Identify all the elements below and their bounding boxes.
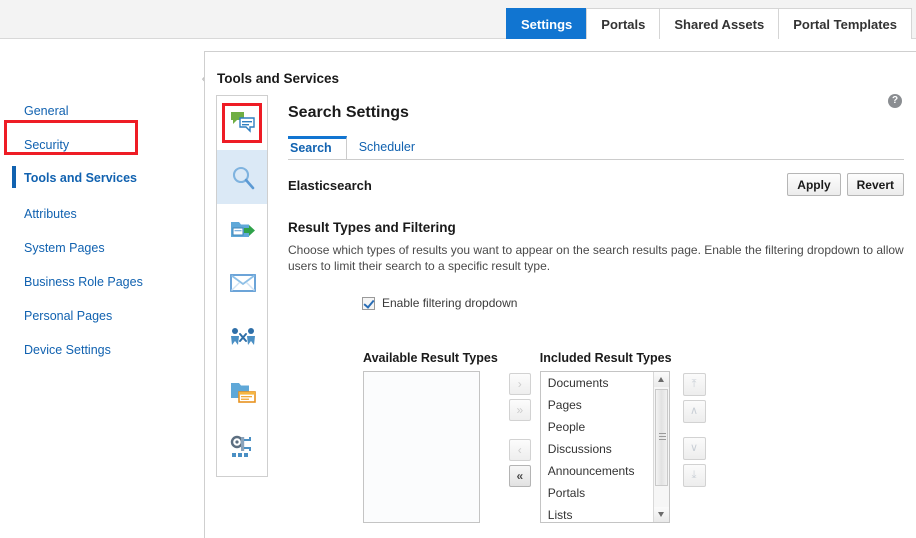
list-item[interactable]: Pages — [541, 394, 669, 416]
list-item[interactable]: Discussions — [541, 438, 669, 460]
rail-item-notes-folder[interactable] — [217, 366, 267, 420]
available-column: Available Result Types — [363, 351, 498, 523]
included-list-header: Included Result Types — [539, 351, 672, 365]
move-down-button[interactable]: ∨ — [682, 437, 706, 460]
top-bar: Settings Portals Shared Assets Portal Te… — [0, 0, 916, 39]
included-result-types-list[interactable]: Documents Pages People Discussions Annou… — [539, 371, 670, 523]
move-all-left-button[interactable]: « — [508, 465, 531, 487]
list-item[interactable]: Portals — [541, 482, 669, 504]
result-types-heading: Result Types and Filtering — [288, 220, 456, 235]
list-item[interactable]: People — [541, 416, 669, 438]
announcements-discussions-icon — [231, 112, 255, 133]
people-connections-icon — [231, 328, 255, 345]
move-left-button[interactable]: ‹ — [508, 439, 531, 461]
scroll-up-arrow-icon[interactable] — [653, 372, 669, 387]
scrollbar-thumb[interactable] — [654, 389, 668, 486]
move-right-button[interactable]: › — [508, 373, 531, 395]
tab-settings[interactable]: Settings — [505, 8, 588, 39]
move-button-group: › » ‹ « — [508, 373, 531, 487]
main-panel: Tools and Services ? Search Settings Sea… — [204, 51, 916, 538]
move-to-bottom-button[interactable]: ⤓ — [682, 464, 706, 487]
scrollbar-grip-icon — [658, 433, 666, 440]
apply-button[interactable]: Apply — [787, 173, 841, 196]
top-tab-bar: Settings Portals Shared Assets Portal Te… — [505, 8, 912, 39]
subtab-search[interactable]: Search — [288, 136, 347, 159]
page-title: Tools and Services — [217, 71, 340, 86]
sidebar-item-general[interactable]: General — [24, 104, 68, 118]
mail-icon — [230, 274, 256, 292]
tab-portal-templates[interactable]: Portal Templates — [778, 8, 912, 39]
reorder-button-group: ⤒ ∧ ∨ ⤓ — [682, 373, 706, 487]
result-types-description: Choose which types of results you want t… — [288, 243, 904, 273]
sidebar-item-tools-and-services[interactable]: Tools and Services — [24, 171, 137, 185]
rail-item-content-export[interactable] — [217, 204, 267, 258]
rail-item-worklist-integration[interactable] — [217, 420, 267, 474]
sidebar-item-attributes[interactable]: Attributes — [24, 207, 77, 221]
sidebar-item-business-role-pages[interactable]: Business Role Pages — [24, 275, 143, 289]
content-export-icon — [231, 222, 255, 237]
scroll-down-arrow-icon[interactable] — [653, 507, 669, 522]
enable-filtering-label[interactable]: Enable filtering dropdown — [382, 296, 517, 310]
move-up-icon: ∧ — [690, 405, 699, 417]
included-column: Included Result Types Documents Pages Pe… — [539, 351, 672, 523]
result-types-shuttle: Available Result Types › » ‹ « Included … — [363, 351, 706, 523]
sidebar-selection-bar — [12, 166, 16, 188]
notes-folder-icon — [231, 383, 256, 403]
sidebar-item-personal-pages[interactable]: Personal Pages — [24, 309, 112, 323]
move-to-top-button[interactable]: ⤒ — [682, 373, 706, 396]
move-to-top-icon: ⤒ — [691, 378, 697, 390]
provider-row: Elasticsearch Apply Revert — [288, 173, 904, 199]
sidebar-item-security[interactable]: Security — [24, 138, 69, 152]
worklist-integration-icon — [230, 435, 251, 457]
move-all-right-button[interactable]: » — [508, 399, 531, 421]
move-to-bottom-icon: ⤓ — [691, 469, 697, 481]
rail-item-mail[interactable] — [217, 258, 267, 312]
list-item[interactable]: Lists — [541, 504, 669, 522]
sidebar: General Security Tools and Services Attr… — [0, 40, 204, 538]
list-item[interactable]: Documents — [541, 372, 669, 394]
rail-item-people-connections[interactable] — [217, 312, 267, 366]
sub-tab-bar: Search Scheduler — [288, 136, 904, 160]
enable-filtering-checkbox[interactable] — [362, 296, 375, 310]
available-list-header: Available Result Types — [363, 351, 498, 365]
sidebar-item-system-pages[interactable]: System Pages — [24, 241, 105, 255]
tab-shared-assets[interactable]: Shared Assets — [659, 8, 780, 39]
rail-item-announcements-discussions[interactable] — [217, 96, 267, 150]
revert-button[interactable]: Revert — [846, 173, 904, 196]
settings-content: Search Settings Search Scheduler Elastic… — [288, 104, 904, 310]
search-icon — [232, 166, 255, 190]
move-down-icon: ∨ — [690, 442, 699, 454]
action-button-group: Apply Revert — [787, 173, 904, 196]
section-heading: Search Settings — [288, 104, 409, 121]
available-result-types-list[interactable] — [363, 371, 480, 523]
move-up-button[interactable]: ∧ — [682, 400, 706, 423]
subtab-scheduler[interactable]: Scheduler — [347, 136, 427, 159]
sidebar-item-device-settings[interactable]: Device Settings — [24, 343, 111, 357]
enable-filtering-row: Enable filtering dropdown — [362, 296, 904, 310]
tool-icon-rail — [216, 95, 268, 477]
rail-item-search[interactable] — [217, 150, 267, 204]
included-list-scrollbar[interactable] — [652, 372, 669, 522]
tab-portals[interactable]: Portals — [586, 8, 661, 39]
list-item[interactable]: Announcements — [541, 460, 669, 482]
